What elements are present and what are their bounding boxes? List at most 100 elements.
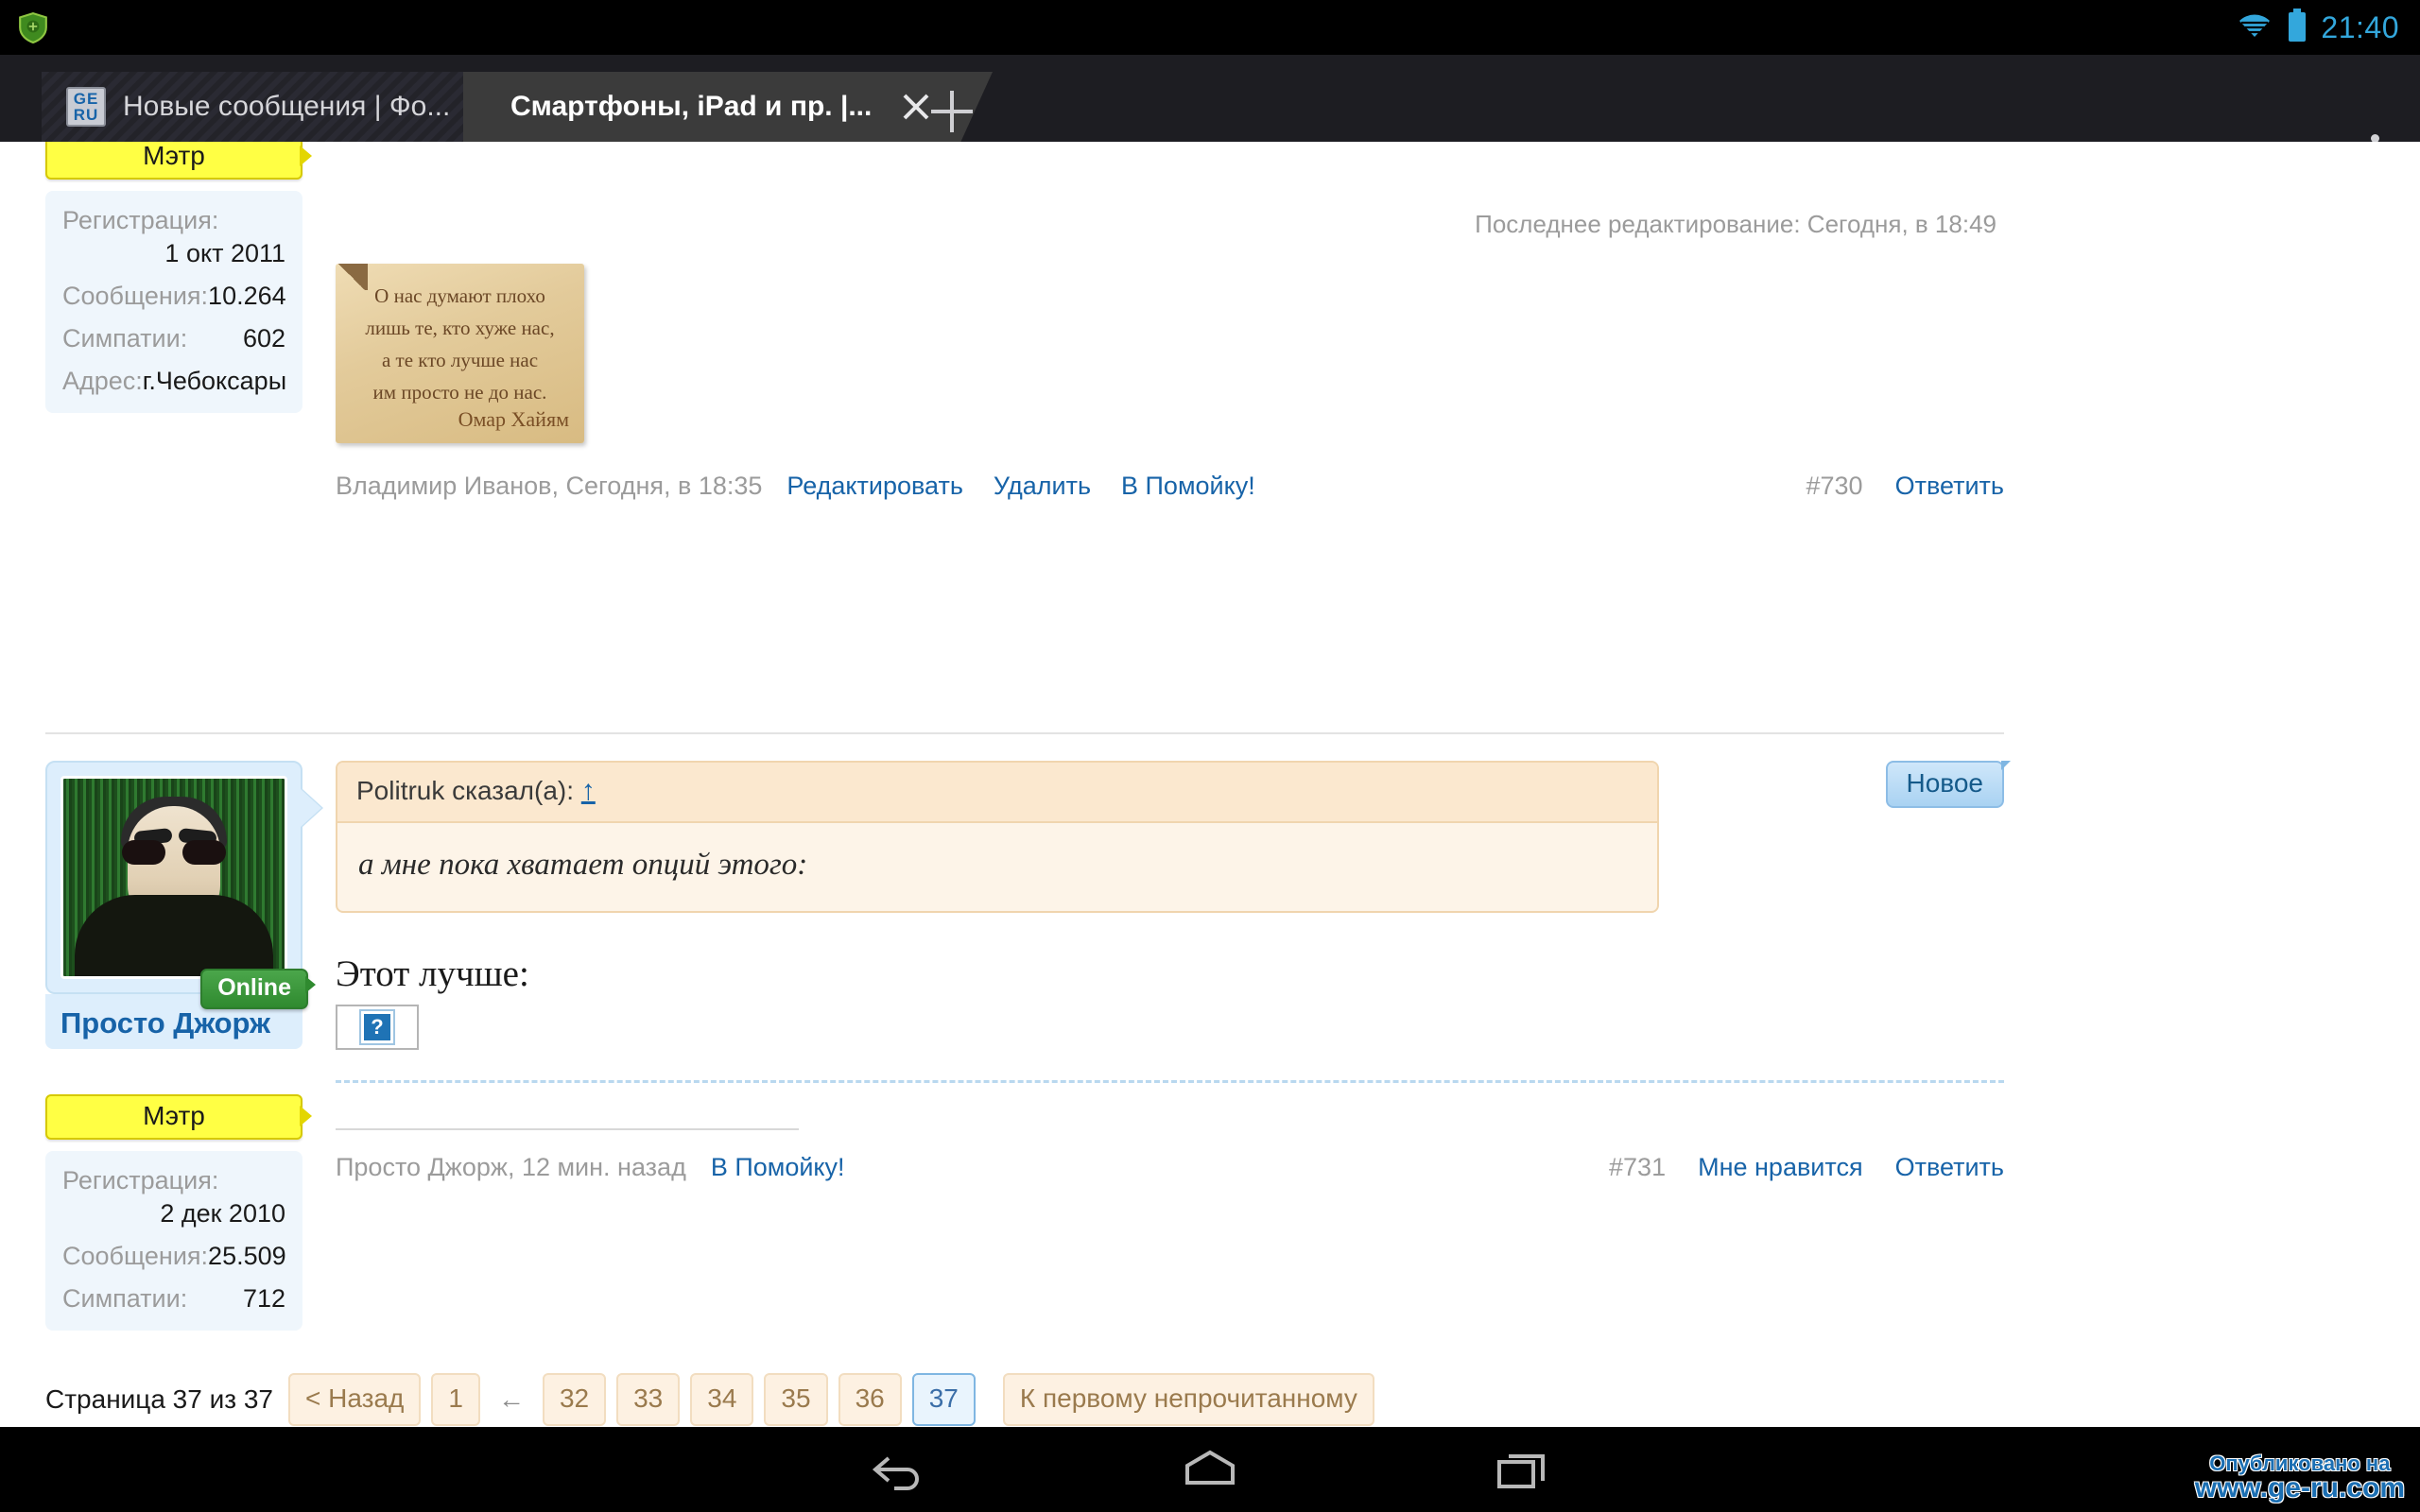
page-34-button[interactable]: 34 xyxy=(690,1373,754,1426)
first-unread-link[interactable]: К первому непрочитанному xyxy=(1002,1373,1374,1426)
stat-key: Регистрация: xyxy=(62,1166,219,1194)
battery-icon xyxy=(2287,8,2308,47)
reply-link[interactable]: Ответить xyxy=(1895,1153,2004,1182)
post-731-avatar-card: Online Просто Джорж xyxy=(45,761,316,1050)
page-33-button[interactable]: 33 xyxy=(616,1373,681,1426)
favicon-line-2: RU xyxy=(73,106,99,124)
post-action-links: Редактировать Удалить В Помойку! xyxy=(786,472,1254,501)
post-731-meta: Просто Джорж, 12 мин. назад В Помойку! #… xyxy=(336,1153,2004,1182)
avatar-body xyxy=(75,895,273,976)
signature-author: Омар Хайям xyxy=(458,407,569,431)
post-author-line: Владимир Иванов, Сегодня, в 18:35 xyxy=(336,472,763,500)
new-tab-button[interactable] xyxy=(931,91,973,132)
stat-key: Сообщения: xyxy=(62,1242,209,1270)
stat-value: 10.264 xyxy=(208,282,286,310)
web-page-viewport[interactable]: Мэтр Регистрация: 1 окт 2011 Сообщения: … xyxy=(0,142,2420,1427)
stat-key: Симпатии: xyxy=(62,324,188,352)
broken-image-placeholder[interactable]: ? xyxy=(336,1005,419,1050)
post-730-content: Последнее редактирование: Сегодня, в 18:… xyxy=(336,142,2004,501)
signature-line-1: О нас думают плохо xyxy=(374,284,545,307)
signature-image[interactable]: О нас думают плохо лишь те, кто хуже нас… xyxy=(336,264,584,443)
avatar[interactable]: Online xyxy=(45,761,316,1009)
stat-value: 602 xyxy=(242,324,285,352)
stat-value: 1 окт 2011 xyxy=(164,239,285,267)
page-1-button[interactable]: 1 xyxy=(431,1373,480,1426)
quote-header: Politruk сказал(а): ↑ xyxy=(337,763,1657,823)
favicon-line-1: GE xyxy=(73,90,99,108)
tab-title-1: Новые сообщения | Фо... xyxy=(123,91,451,122)
like-link[interactable]: Мне нравится xyxy=(1698,1153,1862,1182)
back-icon[interactable] xyxy=(864,1441,932,1498)
stat-value: г.Чебоксары xyxy=(142,367,287,395)
signature-line-3: а те кто лучше нас xyxy=(381,349,539,371)
stat-row: Симпатии: 602 xyxy=(62,324,285,353)
page-indicator: Страница 37 из 37 xyxy=(45,1384,274,1414)
quote-body: а мне пока хватает опций этого: xyxy=(358,848,808,882)
dr-web-shield-icon xyxy=(17,11,49,43)
post-730-user-card: Мэтр Регистрация: 1 окт 2011 Сообщения: … xyxy=(45,142,312,413)
signature-rule xyxy=(336,1128,799,1130)
broken-image-icon: ? xyxy=(361,1011,393,1043)
post-heading: Этот лучше: xyxy=(336,954,529,994)
page-35-button[interactable]: 35 xyxy=(764,1373,828,1426)
signature-line-2: лишь те, кто хуже нас, xyxy=(365,317,555,339)
stat-value: 712 xyxy=(242,1284,285,1313)
page-37-button-current[interactable]: 37 xyxy=(911,1373,976,1426)
device-screen: 21:40 GE RU Новые сообщения | Фо... Смар… xyxy=(0,0,2420,1512)
delete-link[interactable]: Удалить xyxy=(994,472,1091,501)
browser-tab-2[interactable]: Смартфоны, iPad и пр. |... xyxy=(463,72,993,142)
stat-row: Сообщения: 10.264 xyxy=(62,282,286,311)
page-32-button[interactable]: 32 xyxy=(542,1373,607,1426)
status-indicators: 21:40 xyxy=(2236,8,2420,47)
post-author-name[interactable]: Просто Джорж xyxy=(60,1006,287,1040)
stat-row: Адрес: г.Чебоксары xyxy=(62,367,287,396)
user-title-ribbon: Мэтр xyxy=(45,1094,312,1140)
post-right-actions: #730 Ответить xyxy=(1806,472,2005,501)
page-36-button[interactable]: 36 xyxy=(838,1373,902,1426)
stat-row: Симпатии: 712 xyxy=(62,1284,285,1314)
trash-link[interactable]: В Помойку! xyxy=(711,1153,845,1182)
stat-key: Сообщения: xyxy=(62,282,209,310)
reply-link[interactable]: Ответить xyxy=(1895,472,2004,501)
signature-divider xyxy=(336,1080,2004,1083)
user-stats-731: Регистрация: 2 дек 2010 Сообщения: 25.50… xyxy=(45,1151,302,1331)
recents-icon[interactable] xyxy=(1488,1441,1556,1498)
stat-key: Адрес: xyxy=(62,367,143,395)
avatar-sunglasses xyxy=(122,839,226,865)
stat-key: Регистрация: xyxy=(62,206,219,234)
post-right-actions: #731 Мне нравится Ответить xyxy=(1609,1153,2004,1182)
stat-key: Симпатии: xyxy=(62,1284,188,1313)
stat-row: Регистрация: 2 дек 2010 xyxy=(62,1166,285,1228)
edit-link[interactable]: Редактировать xyxy=(786,472,963,501)
tab-title-2: Смартфоны, iPad и пр. |... xyxy=(510,91,873,122)
user-title-ribbon: Мэтр xyxy=(45,142,312,180)
prev-page-button[interactable]: < Назад xyxy=(288,1373,422,1426)
stat-row: Сообщения: 25.509 xyxy=(62,1242,286,1271)
stat-row: Регистрация: 1 окт 2011 xyxy=(62,206,285,268)
post-731-content: Новое Politruk сказал(а): ↑ а мне пока х… xyxy=(336,761,2011,1182)
post-separator xyxy=(45,732,2004,734)
home-icon[interactable] xyxy=(1176,1441,1244,1498)
signature-line-4: им просто не до нас. xyxy=(372,381,547,404)
pagination-bar: Страница 37 из 37 < Назад 1 ← 32 33 34 3… xyxy=(45,1373,1385,1426)
post-action-links: В Помойку! xyxy=(711,1153,845,1182)
post-number[interactable]: #730 xyxy=(1806,472,1863,501)
quote-block: Politruk сказал(а): ↑ а мне пока хватает… xyxy=(336,761,1659,913)
online-status-badge: Online xyxy=(200,969,316,1009)
avatar-image xyxy=(60,776,287,979)
browser-tab-1[interactable]: GE RU Новые сообщения | Фо... xyxy=(42,72,505,142)
stat-value: 25.509 xyxy=(208,1242,286,1270)
last-edited-note: Последнее редактирование: Сегодня, в 18:… xyxy=(1475,210,1996,238)
trash-link[interactable]: В Помойку! xyxy=(1121,472,1255,501)
post-author-line: Просто Джорж, 12 мин. назад xyxy=(336,1153,686,1181)
android-navigation-bar: Опубликовано на www.ge-ru.com xyxy=(0,1427,2420,1512)
quote-author: Politruk сказал(а): xyxy=(356,776,575,805)
post-number[interactable]: #731 xyxy=(1609,1153,1666,1182)
new-post-badge: Новое xyxy=(1885,761,2011,808)
browser-tab-strip: GE RU Новые сообщения | Фо... Смартфоны,… xyxy=(0,55,2420,177)
watermark-line-2: www.ge-ru.com xyxy=(2194,1472,2405,1503)
status-clock: 21:40 xyxy=(2321,9,2399,44)
jump-to-quote-icon[interactable]: ↑ xyxy=(581,775,596,806)
tab-favicon-ge-ru: GE RU xyxy=(66,87,106,127)
stat-value: 2 дек 2010 xyxy=(160,1199,285,1228)
